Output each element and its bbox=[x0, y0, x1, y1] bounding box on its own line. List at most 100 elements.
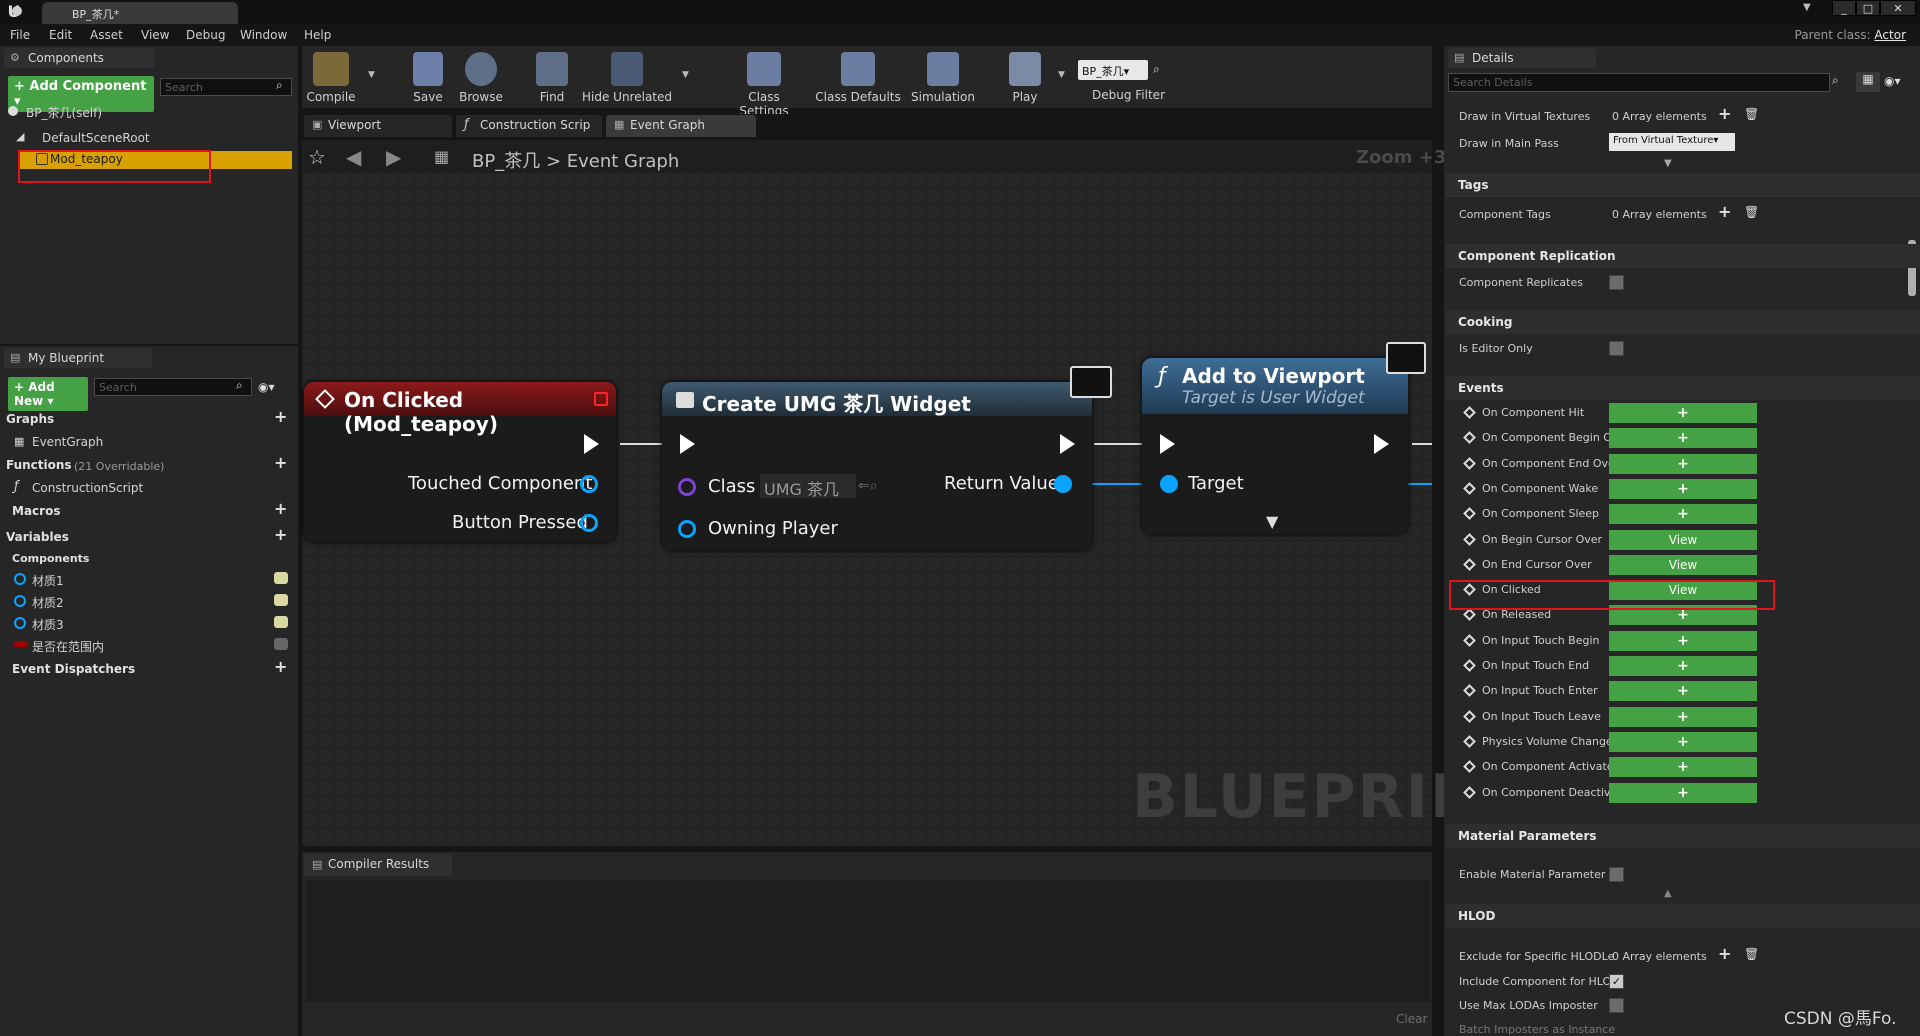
components-tab[interactable]: Components bbox=[4, 48, 154, 68]
exec-input-pin[interactable] bbox=[1160, 434, 1175, 454]
view-options-eye-icon[interactable]: ◉▾ bbox=[1884, 74, 1901, 88]
class-defaults-button[interactable]: Class Defaults bbox=[814, 52, 902, 104]
document-tab[interactable]: BP_茶几* bbox=[42, 2, 238, 24]
self-item[interactable]: BP_茶几(self) bbox=[26, 104, 102, 121]
clear-button[interactable]: Clear bbox=[1396, 1012, 1427, 1026]
menu-help[interactable]: Help bbox=[304, 28, 331, 42]
trash-icon[interactable]: 🗑 bbox=[1744, 947, 1759, 961]
use-selected-arrow-icon[interactable]: ⇐⌕ bbox=[858, 478, 878, 494]
parent-class-link[interactable]: Actor bbox=[1874, 28, 1906, 42]
debug-object-dropdown[interactable]: BP_茶几▾ bbox=[1078, 60, 1148, 80]
components-search-input[interactable]: Search bbox=[160, 78, 292, 96]
back-arrow-icon[interactable]: ◀ bbox=[346, 145, 361, 169]
class-dropdown[interactable]: UMG 茶几 bbox=[760, 474, 856, 499]
add-graph-icon[interactable]: + bbox=[274, 407, 287, 426]
maximize-button[interactable]: □ bbox=[1856, 0, 1880, 16]
component-replication-section[interactable]: Component Replication bbox=[1446, 244, 1920, 268]
menu-debug[interactable]: Debug bbox=[186, 28, 225, 42]
add-macro-icon[interactable]: + bbox=[274, 499, 287, 518]
add-element-icon[interactable]: + bbox=[1718, 104, 1731, 123]
tags-section[interactable]: Tags bbox=[1446, 173, 1920, 197]
add-new-button[interactable]: + Add New ▾ bbox=[8, 377, 88, 411]
owning-player-pin[interactable] bbox=[678, 520, 696, 538]
include-hlod-checkbox[interactable]: ✓ bbox=[1609, 974, 1624, 989]
exec-output-pin[interactable] bbox=[1060, 434, 1075, 454]
menu-asset[interactable]: Asset bbox=[90, 28, 123, 42]
material-parameters-section[interactable]: Material Parameters bbox=[1446, 824, 1920, 848]
touched-component-pin[interactable] bbox=[580, 475, 598, 493]
create-widget-node-header[interactable]: Create UMG 茶几 Widget bbox=[662, 382, 1092, 416]
close-window-button[interactable]: ✕ bbox=[1880, 0, 1916, 16]
variable-material-2[interactable]: 材质2 bbox=[32, 594, 64, 611]
event-dispatchers-section[interactable]: Event Dispatchers bbox=[12, 662, 135, 676]
visibility-eye-icon[interactable] bbox=[274, 616, 288, 628]
variable-in-range[interactable]: 是否在范围内 bbox=[32, 638, 104, 655]
trash-icon[interactable]: 🗑 bbox=[1744, 107, 1759, 121]
add-event-button[interactable]: + bbox=[1609, 403, 1757, 423]
collapse-advanced-icon[interactable]: ▲ bbox=[1664, 888, 1672, 899]
variable-material-3[interactable]: 材质3 bbox=[32, 616, 64, 633]
cooking-section[interactable]: Cooking bbox=[1446, 310, 1920, 334]
exec-output-pin[interactable] bbox=[1374, 434, 1389, 454]
construction-script-item[interactable]: ConstructionScript bbox=[32, 481, 143, 495]
add-to-viewport-node-header[interactable]: Add to Viewport Target is User Widget bbox=[1142, 358, 1408, 414]
use-max-lod-checkbox[interactable] bbox=[1609, 998, 1624, 1013]
hlod-section[interactable]: HLOD bbox=[1446, 904, 1920, 928]
save-button[interactable]: Save bbox=[406, 52, 450, 104]
exec-output-pin[interactable] bbox=[584, 434, 599, 454]
macros-section[interactable]: Macros bbox=[12, 504, 60, 518]
add-event-button[interactable]: + bbox=[1609, 479, 1757, 499]
add-event-button[interactable]: + bbox=[1609, 707, 1757, 727]
tab-construction-script[interactable]: Construction Scrip bbox=[456, 115, 602, 137]
expand-arrow-icon[interactable]: ◢ bbox=[16, 130, 24, 143]
button-pressed-pin[interactable] bbox=[580, 514, 598, 532]
functions-section[interactable]: Functions bbox=[6, 458, 72, 472]
draw-in-main-pass-dropdown[interactable]: From Virtual Texture▾ bbox=[1609, 133, 1735, 151]
menu-edit[interactable]: Edit bbox=[49, 28, 72, 42]
favorite-star-icon[interactable]: ☆ bbox=[308, 145, 326, 169]
is-editor-only-checkbox[interactable] bbox=[1609, 341, 1624, 356]
add-event-button[interactable]: + bbox=[1609, 631, 1757, 651]
add-function-icon[interactable]: + bbox=[274, 453, 287, 472]
class-settings-button[interactable]: Class Settings bbox=[722, 52, 806, 118]
event-graph-item[interactable]: EventGraph bbox=[32, 435, 103, 449]
trash-icon[interactable]: 🗑 bbox=[1744, 205, 1759, 219]
view-event-button[interactable]: View bbox=[1609, 530, 1757, 550]
browse-button[interactable]: Browse bbox=[454, 52, 508, 104]
menu-view[interactable]: View bbox=[141, 28, 169, 42]
expand-advanced-icon[interactable]: ▼ bbox=[1664, 158, 1672, 169]
breadcrumb-current[interactable]: Event Graph bbox=[567, 151, 680, 172]
add-element-icon[interactable]: + bbox=[1718, 202, 1731, 221]
add-event-button[interactable]: + bbox=[1609, 428, 1757, 448]
notification-icon[interactable]: ▼ bbox=[1803, 2, 1815, 13]
play-options-icon[interactable]: ▼ bbox=[1058, 70, 1065, 80]
details-search-input[interactable]: Search Details bbox=[1448, 73, 1830, 92]
details-tab[interactable]: Details bbox=[1448, 48, 1596, 68]
forward-arrow-icon[interactable]: ▶ bbox=[386, 145, 401, 169]
add-event-button[interactable]: + bbox=[1609, 757, 1757, 777]
tab-event-graph[interactable]: Event Graph bbox=[606, 115, 756, 137]
debug-search-icon[interactable]: ⌕ bbox=[1153, 62, 1160, 77]
hide-unrelated-options-icon[interactable]: ▼ bbox=[682, 70, 689, 80]
play-button[interactable]: Play bbox=[1000, 52, 1050, 104]
breadcrumb-root[interactable]: BP_茶几 bbox=[472, 151, 540, 172]
component-replicates-checkbox[interactable] bbox=[1609, 275, 1624, 290]
graphs-section[interactable]: Graphs bbox=[6, 412, 54, 426]
add-event-button[interactable]: + bbox=[1609, 656, 1757, 676]
exec-input-pin[interactable] bbox=[680, 434, 695, 454]
minimize-button[interactable]: _ bbox=[1832, 0, 1856, 16]
add-element-icon[interactable]: + bbox=[1718, 944, 1731, 963]
compile-options-icon[interactable]: ▼ bbox=[368, 70, 375, 80]
visibility-eye-icon[interactable] bbox=[274, 594, 288, 606]
events-section[interactable]: Events bbox=[1446, 376, 1920, 400]
target-pin[interactable] bbox=[1160, 475, 1178, 493]
enable-material-param-checkbox[interactable] bbox=[1609, 867, 1624, 882]
add-variable-icon[interactable]: + bbox=[274, 525, 287, 544]
add-event-button[interactable]: + bbox=[1609, 504, 1757, 524]
variables-section[interactable]: Variables bbox=[6, 530, 69, 544]
add-event-button[interactable]: + bbox=[1609, 732, 1757, 752]
default-scene-root-item[interactable]: DefaultSceneRoot bbox=[42, 131, 150, 145]
variables-components-group[interactable]: Components bbox=[12, 552, 89, 565]
eye-icon[interactable]: ◉▾ bbox=[258, 380, 275, 394]
property-matrix-icon[interactable]: ▦ bbox=[1856, 72, 1880, 92]
